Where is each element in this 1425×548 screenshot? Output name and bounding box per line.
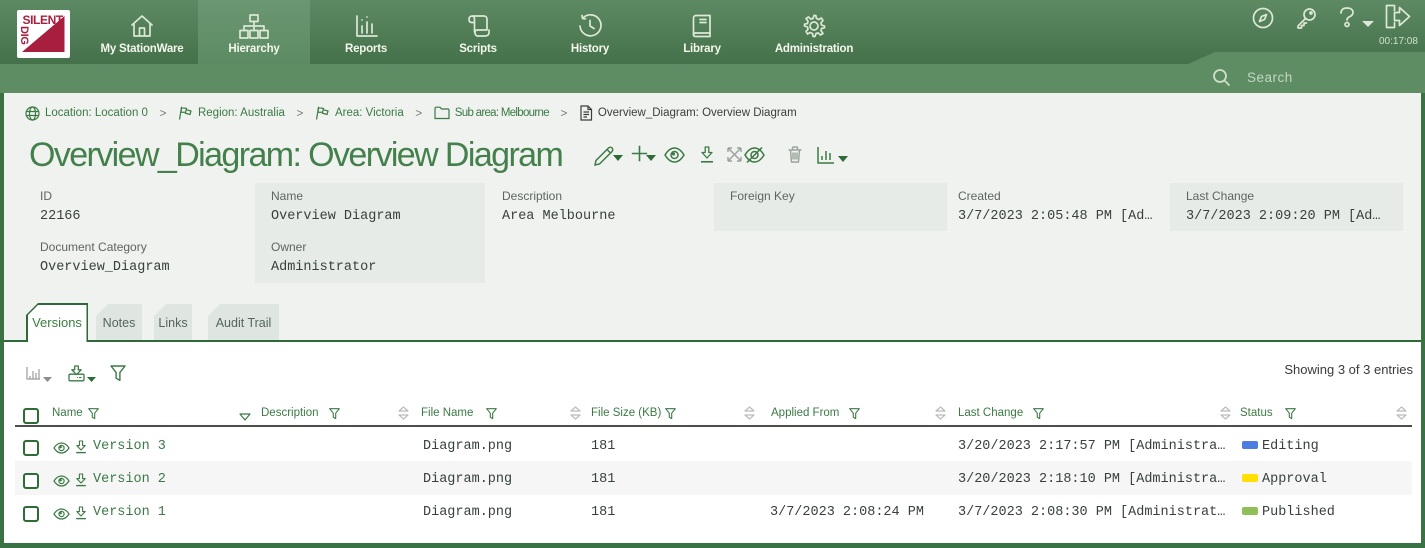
svg-text:SILENT: SILENT [23, 13, 64, 27]
svg-text:DIG: DIG [18, 26, 30, 45]
